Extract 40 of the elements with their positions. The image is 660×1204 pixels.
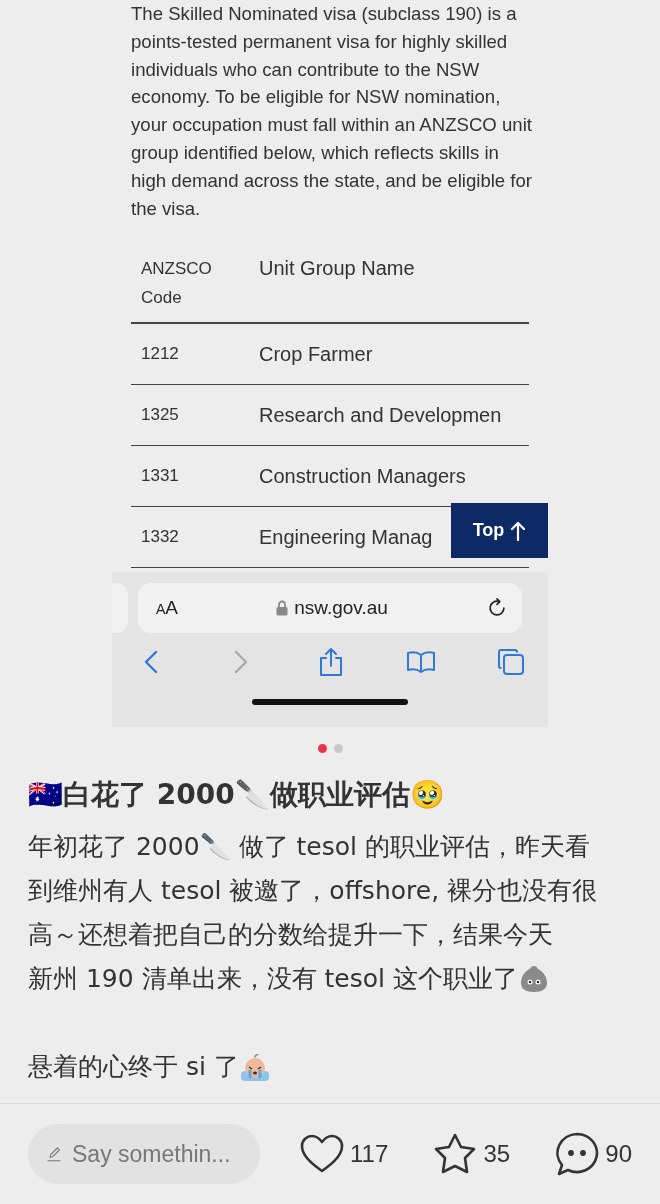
tabs-button[interactable] [496, 647, 526, 678]
column-header: Unit Group Name [259, 256, 416, 282]
chat-bubble-icon [555, 1132, 600, 1176]
url-text: nsw.gov.au [294, 597, 388, 620]
column-header: ANZSCO Code [141, 258, 213, 310]
code-cell-text: 1212 [141, 344, 180, 365]
comment-input[interactable]: Say somethin... [72, 1140, 242, 1168]
comment-pill[interactable]: Say somethin... [28, 1124, 260, 1184]
favorite-button[interactable]: 35 [433, 1132, 511, 1176]
comments-button[interactable]: 90 [555, 1132, 632, 1176]
lock-icon [276, 600, 289, 617]
text-size-button[interactable]: AA [156, 597, 179, 620]
chevron-left-icon [144, 650, 158, 675]
post-text: 悬着的心终于 si 了 [28, 1051, 239, 1084]
unit-group-cell: Engineering Manag [259, 525, 433, 549]
post-title: 🇦🇺白花了 2000🔪做职业评估🥹 [28, 777, 446, 814]
intro-paragraph: The Skilled Nominated visa (subclass 190) is a points-tested permanent visa for highly skilled individuals who can contribute to the NSW economy. To be eligible for NSW nomination, your occupation must fall within an ANZSCO unit group identified below, which reflects skills in high demand across the state, and be eligible for the visa. [131, 2, 533, 221]
like-button[interactable]: 117 [300, 1132, 389, 1176]
code-cell-text: 1331 [141, 466, 180, 487]
crying-sticker-icon [238, 1051, 271, 1084]
page-dot[interactable] [333, 744, 343, 754]
open-book-icon [406, 650, 436, 675]
address-bar[interactable]: AA nsw.gov.au [138, 583, 522, 634]
star-icon [433, 1133, 478, 1175]
chevron-right-icon [234, 650, 248, 675]
post-text: 新州 190 清单出来，没有 tesol 这个职业了 [28, 963, 518, 996]
tabs-icon [497, 648, 525, 677]
unit-group-cell: Construction Managers [259, 464, 466, 488]
code-cell-text: 1325 [141, 405, 180, 426]
code-cell-text: 1332 [141, 527, 180, 548]
unit-group-cell: Crop Farmer [259, 342, 373, 366]
up-arrow-icon [510, 520, 527, 541]
page-dot[interactable] [317, 744, 327, 754]
post-text: 高～还想着把自己的分数给提升一下，结果今天 [28, 919, 553, 952]
share-icon [318, 647, 344, 678]
unit-group-cell: Research and Developmen [259, 403, 502, 427]
back-to-top-button[interactable]: Top [451, 503, 548, 558]
post-text: 年初花了 2000🔪 做了 tesol 的职业评估，昨天看 [28, 831, 590, 864]
heart-icon [300, 1134, 344, 1174]
post-text: 到维州有人 tesol 被邀了，offshore, 裸分也没有很 [28, 875, 598, 908]
